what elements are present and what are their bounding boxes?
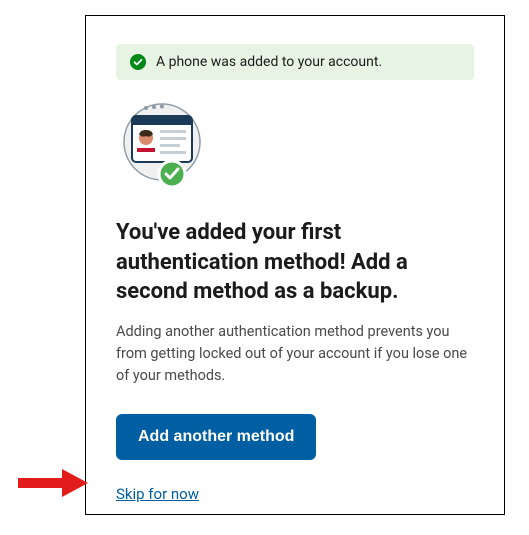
page-description: Adding another authentication method pre… (116, 321, 474, 386)
check-circle-icon (130, 54, 146, 70)
add-another-method-button[interactable]: Add another method (116, 414, 316, 460)
alert-message: A phone was added to your account. (156, 54, 382, 70)
auth-method-card: A phone was added to your account. (85, 15, 505, 515)
success-alert: A phone was added to your account. (116, 44, 474, 80)
callout-arrow-icon (18, 469, 88, 497)
profile-id-illustration (120, 100, 474, 194)
skip-for-now-link[interactable]: Skip for now (116, 485, 199, 503)
page-heading: You've added your first authentication m… (116, 218, 474, 307)
